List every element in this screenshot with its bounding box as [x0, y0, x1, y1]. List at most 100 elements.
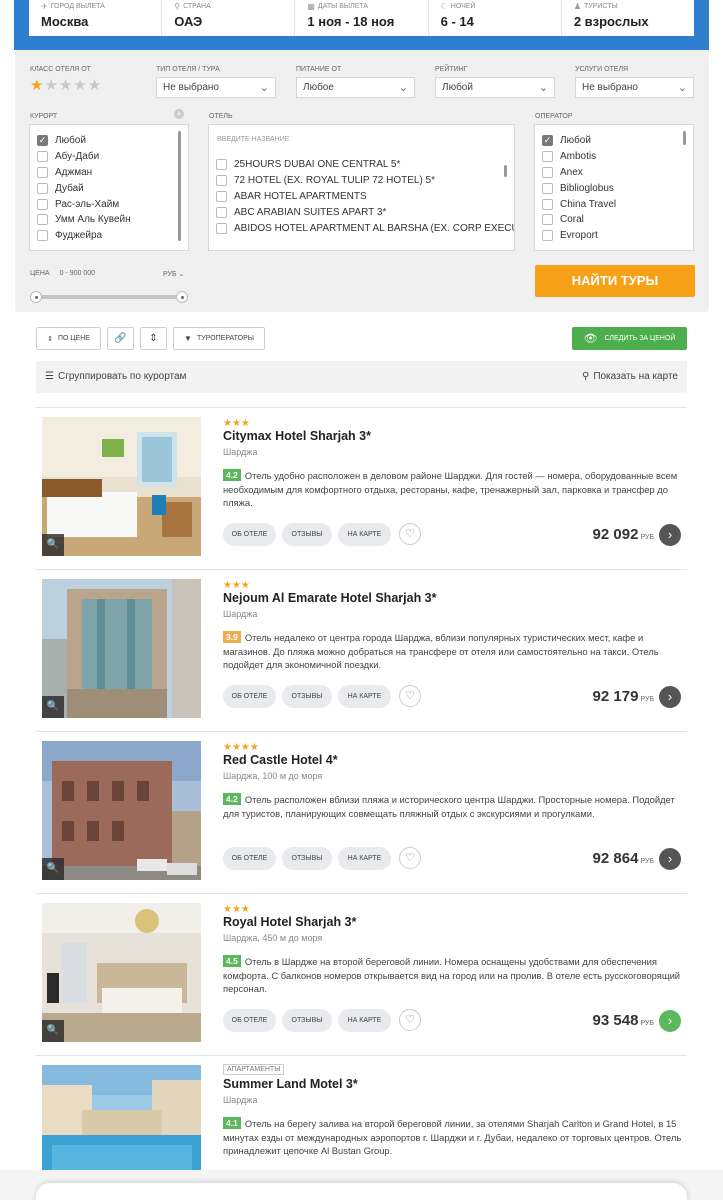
checkbox[interactable]	[216, 206, 227, 218]
checkbox[interactable]	[37, 198, 48, 210]
chevron-right-icon[interactable]: ›	[659, 524, 681, 546]
checkbox-item[interactable]: Рас-эль-Хайм	[30, 196, 188, 212]
group-by-resorts-button[interactable]: ☰ Сгруппировать по курортам	[45, 371, 186, 382]
hotel-name[interactable]: Royal Hotel Sharjah 3*	[223, 915, 356, 929]
services-select[interactable]: Не выбрано ⌄	[575, 77, 694, 98]
hotel-name[interactable]: Citymax Hotel Sharjah 3*	[223, 429, 371, 443]
checkbox-item[interactable]: Дубай	[30, 180, 188, 196]
hotel-photo[interactable]: 🔍	[42, 903, 201, 1042]
checkbox[interactable]	[542, 214, 553, 226]
tour-operators-button[interactable]: ▼ Туроператоры	[173, 327, 265, 350]
checkbox[interactable]	[37, 230, 48, 242]
star-icon[interactable]: ★	[73, 77, 87, 94]
checkbox-item[interactable]: China Travel	[535, 196, 693, 212]
plus-icon[interactable]: +	[174, 109, 184, 119]
zoom-icon[interactable]: 🔍	[42, 534, 64, 556]
list-scrollbar[interactable]	[178, 131, 181, 241]
checkbox[interactable]	[37, 214, 48, 226]
hotel-list[interactable]: Введите название 25HOURS DUBAI ONE CENTR…	[208, 124, 515, 251]
checkbox-item[interactable]: Anex	[535, 165, 693, 181]
zoom-icon[interactable]: 🔍	[42, 858, 64, 880]
track-price-button[interactable]: 👁 Следить за ценой	[572, 327, 687, 350]
hotel-list-scrollbar[interactable]	[504, 165, 507, 177]
heart-icon[interactable]: ♡	[399, 685, 421, 707]
reviews-button[interactable]: Отзывы	[282, 523, 332, 546]
star-icon[interactable]: ★	[30, 77, 44, 94]
checkbox[interactable]	[542, 166, 553, 178]
heart-icon[interactable]: ♡	[399, 1009, 421, 1031]
hotel-checkbox-item[interactable]: ABAR HOTEL APARTMENTS	[209, 189, 514, 205]
checkbox[interactable]	[216, 190, 227, 202]
search-field-4[interactable]: ♟ Туристы 2 взрослых	[562, 0, 694, 36]
heart-icon[interactable]: ♡	[399, 523, 421, 545]
on-map-button[interactable]: На карте	[338, 1009, 391, 1032]
hotel-checkbox-item[interactable]: ABIDOS HOTEL APARTMENT AL BARSHA (EX. CO…	[209, 220, 514, 236]
star-icon[interactable]: ★	[88, 77, 102, 94]
hotel-name[interactable]: Red Castle Hotel 4*	[223, 753, 338, 767]
price-min-handle[interactable]	[30, 291, 42, 303]
checkbox[interactable]	[542, 198, 553, 210]
on-map-button[interactable]: На карте	[338, 523, 391, 546]
hotel-name[interactable]: Summer Land Motel 3*	[223, 1077, 358, 1091]
hotel-photo[interactable]: 🔍	[42, 579, 201, 718]
about-hotel-button[interactable]: Об отеле	[223, 1009, 276, 1032]
hotel-photo[interactable]: 🔍	[42, 1065, 201, 1170]
reviews-button[interactable]: Отзывы	[282, 685, 332, 708]
hotel-checkbox-item[interactable]: 25HOURS DUBAI ONE CENTRAL 5*	[209, 157, 514, 173]
hotel-checkbox-item[interactable]: ABC ARABIAN SUITES APART 3*	[209, 204, 514, 220]
hotel-photo[interactable]: 🔍	[42, 741, 201, 880]
find-tours-button[interactable]: Найти туры	[535, 265, 695, 297]
sort-order-button[interactable]: ⇕	[140, 327, 167, 350]
zoom-icon[interactable]: 🔍	[42, 1020, 64, 1042]
checkbox[interactable]: ✓	[37, 135, 48, 147]
hotel-search-input[interactable]: Введите название	[209, 125, 514, 157]
hotel-class-stars[interactable]: ★★★★★	[30, 76, 102, 94]
chevron-right-icon[interactable]: ›	[659, 1010, 681, 1032]
hotel-photo[interactable]: 🔍	[42, 417, 201, 556]
checkbox[interactable]	[216, 222, 227, 234]
checkbox-item[interactable]: Фуджейра	[30, 228, 188, 244]
sort-price-button[interactable]: ⇕ По цене	[36, 327, 101, 350]
list-scrollbar[interactable]	[683, 131, 686, 145]
checkbox[interactable]	[542, 182, 553, 194]
hotel-type-select[interactable]: Не выбрано ⌄	[156, 77, 276, 98]
checkbox[interactable]: ✓	[542, 135, 553, 147]
checkbox-item[interactable]: ✓ Любой	[30, 133, 188, 149]
heart-icon[interactable]: ♡	[399, 847, 421, 869]
checkbox-item[interactable]: ✓ Любой	[535, 133, 693, 149]
rating-select[interactable]: Любой ⌄	[435, 77, 555, 98]
reviews-button[interactable]: Отзывы	[282, 847, 332, 870]
search-field-0[interactable]: ✈ Город вылета Москва	[29, 0, 163, 36]
hotel-name[interactable]: Nejoum Al Emarate Hotel Sharjah 3*	[223, 591, 437, 605]
checkbox[interactable]	[542, 151, 553, 163]
price-max-handle[interactable]	[176, 291, 188, 303]
star-icon[interactable]: ★	[59, 77, 73, 94]
price-slider[interactable]	[30, 291, 188, 303]
checkbox-item[interactable]: Умм Аль Кувейн	[30, 212, 188, 228]
on-map-button[interactable]: На карте	[338, 685, 391, 708]
checkbox[interactable]	[37, 166, 48, 178]
checkbox-item[interactable]: Абу-Даби	[30, 149, 188, 165]
checkbox[interactable]	[37, 151, 48, 163]
link-button[interactable]: 🔗	[107, 327, 134, 350]
on-map-button[interactable]: На карте	[338, 847, 391, 870]
zoom-icon[interactable]: 🔍	[42, 696, 64, 718]
checkbox[interactable]	[216, 159, 227, 171]
checkbox-item[interactable]: Biblioglobus	[535, 180, 693, 196]
checkbox[interactable]	[542, 230, 553, 242]
about-hotel-button[interactable]: Об отеле	[223, 523, 276, 546]
search-field-2[interactable]: ▦ Даты вылета 1 ноя - 18 ноя	[295, 0, 429, 36]
checkbox[interactable]	[37, 182, 48, 194]
search-field-3[interactable]: ☾ Ночей 6 - 14	[429, 0, 562, 36]
checkbox-item[interactable]: Ambotis	[535, 149, 693, 165]
about-hotel-button[interactable]: Об отеле	[223, 685, 276, 708]
show-on-map-button[interactable]: ⚲ Показать на карте	[582, 371, 678, 382]
checkbox-item[interactable]: Coral	[535, 212, 693, 228]
currency-select[interactable]: РУБ ⌄	[163, 270, 184, 278]
chevron-right-icon[interactable]: ›	[659, 848, 681, 870]
search-field-1[interactable]: ⚲ Страна ОАЭ	[162, 0, 296, 36]
about-hotel-button[interactable]: Об отеле	[223, 847, 276, 870]
star-icon[interactable]: ★	[44, 77, 58, 94]
checkbox-item[interactable]: Evroport	[535, 228, 693, 244]
checkbox[interactable]	[216, 175, 227, 187]
